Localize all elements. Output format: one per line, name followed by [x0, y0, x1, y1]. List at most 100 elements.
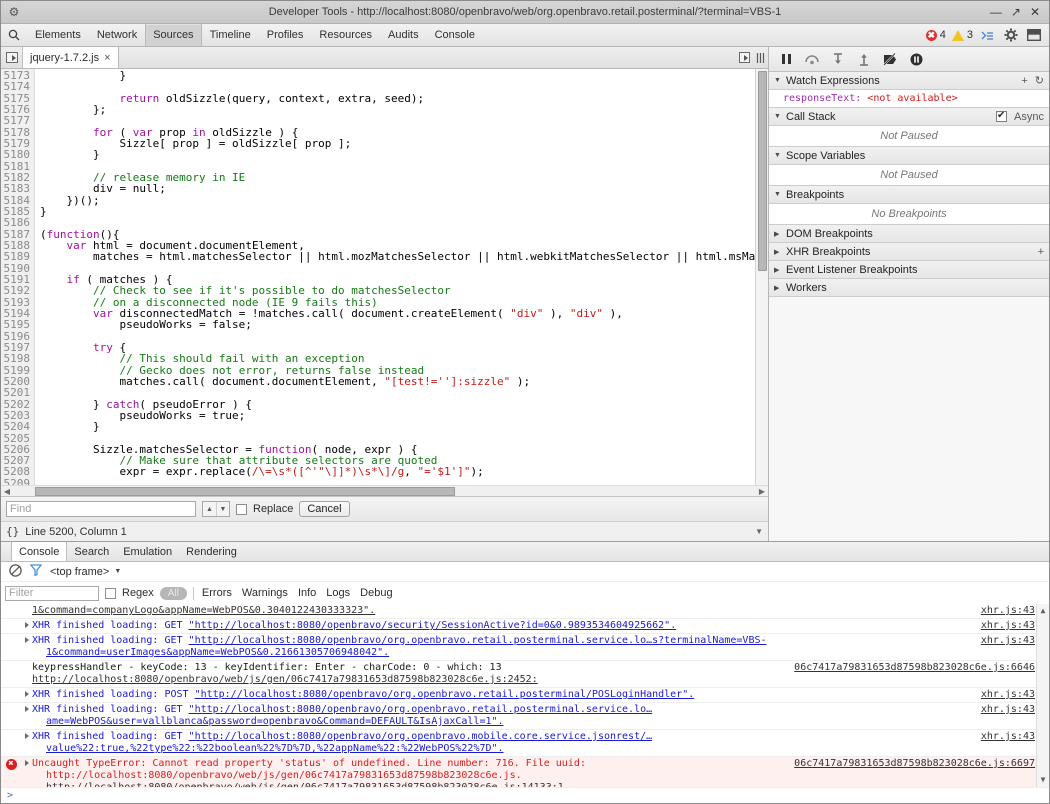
- console-prompt[interactable]: >: [1, 787, 1049, 803]
- code-line[interactable]: })();: [40, 195, 755, 206]
- chevron-right-icon[interactable]: ▶: [774, 266, 781, 274]
- expand-arrow-icon[interactable]: [21, 689, 32, 701]
- warning-count-badge[interactable]: 3: [952, 29, 973, 41]
- console-message-row[interactable]: 1&command=companyLogo&appName=WebPOS&0.3…: [1, 604, 1049, 619]
- step-over-button[interactable]: [799, 48, 825, 70]
- section-header-scope-variables[interactable]: ▼ Scope Variables: [769, 147, 1049, 165]
- search-input[interactable]: [6, 501, 196, 517]
- tab-elements[interactable]: Elements: [27, 24, 89, 46]
- level-filter-logs[interactable]: Logs: [324, 587, 352, 599]
- drawer-tab-emulation[interactable]: Emulation: [116, 542, 179, 561]
- code-editor[interactable]: 5173517451755176517751785179518051815182…: [1, 69, 768, 485]
- line-number[interactable]: 5195: [1, 319, 30, 330]
- line-number[interactable]: 5186: [1, 217, 30, 228]
- line-number[interactable]: 5192: [1, 285, 30, 296]
- chevron-down-icon[interactable]: ▼: [774, 191, 781, 198]
- section-header-event-listener-breakpoints[interactable]: ▶ Event Listener Breakpoints: [769, 261, 1049, 279]
- dock-icon[interactable]: [1025, 28, 1042, 43]
- tab-resources[interactable]: Resources: [311, 24, 380, 46]
- pause-resume-button[interactable]: [773, 48, 799, 70]
- editor-tab-jquery[interactable]: jquery-1.7.2.js ×: [23, 47, 119, 68]
- code-line[interactable]: [40, 217, 755, 228]
- console-message-source-link[interactable]: 06c7417a79831653d87598b823028c6e.js:6646: [794, 662, 1049, 686]
- section-header-watch-expressions[interactable]: ▼ Watch Expressions + ↻: [769, 72, 1049, 90]
- console-message-list[interactable]: 1&command=companyLogo&appName=WebPOS&0.3…: [1, 604, 1049, 787]
- code-line[interactable]: pseudoWorks = true;: [40, 410, 755, 421]
- search-icon[interactable]: [1, 24, 27, 46]
- status-caret-icon[interactable]: ▼: [755, 527, 763, 536]
- chevron-down-icon[interactable]: ▼: [114, 568, 121, 575]
- source-code-lines[interactable]: } return oldSizzle(query, context, extra…: [35, 69, 755, 485]
- minimize-button[interactable]: —: [990, 6, 1002, 18]
- expand-arrow-icon[interactable]: [21, 704, 32, 728]
- code-line[interactable]: [40, 478, 755, 485]
- console-message-row[interactable]: XHR finished loading: GET "http://localh…: [1, 730, 1049, 757]
- line-number[interactable]: 5180: [1, 149, 30, 160]
- close-button[interactable]: ✕: [1030, 6, 1040, 18]
- show-sidebar-icon[interactable]: [736, 52, 752, 63]
- editor-options-icon[interactable]: [752, 52, 768, 64]
- code-line[interactable]: }: [40, 421, 755, 432]
- drawer-tab-console[interactable]: Console: [11, 542, 67, 561]
- filter-input[interactable]: [5, 586, 99, 601]
- close-icon[interactable]: ×: [104, 52, 110, 64]
- pretty-print-icon[interactable]: {}: [6, 525, 19, 538]
- tab-profiles[interactable]: Profiles: [259, 24, 312, 46]
- editor-vertical-scrollbar[interactable]: [755, 69, 768, 485]
- settings-gear-icon[interactable]: [1002, 28, 1019, 43]
- section-header-breakpoints[interactable]: ▼ Breakpoints: [769, 186, 1049, 204]
- chevron-down-icon[interactable]: ▼: [216, 502, 229, 516]
- drawer-tab-rendering[interactable]: Rendering: [179, 542, 244, 561]
- line-number[interactable]: 5189: [1, 251, 30, 262]
- plus-icon[interactable]: +: [1038, 246, 1044, 258]
- chevron-down-icon[interactable]: ▼: [774, 113, 781, 120]
- scroll-up-icon[interactable]: ▲: [1041, 604, 1046, 618]
- console-message-row[interactable]: keypressHandler - keyCode: 13 - keyIdent…: [1, 661, 1049, 688]
- console-message-row[interactable]: XHR finished loading: GET "http://localh…: [1, 619, 1049, 634]
- replace-checkbox[interactable]: [236, 504, 247, 515]
- level-filter-warnings[interactable]: Warnings: [240, 587, 290, 599]
- scroll-right-icon[interactable]: ▶: [756, 487, 768, 496]
- level-filter-debug[interactable]: Debug: [358, 587, 394, 599]
- line-number[interactable]: 5198: [1, 353, 30, 364]
- console-message-row[interactable]: XHR finished loading: GET "http://localh…: [1, 703, 1049, 730]
- code-line[interactable]: }: [40, 70, 755, 81]
- editor-horizontal-scrollbar[interactable]: ◀ ▶: [1, 485, 768, 496]
- chevron-right-icon[interactable]: ▶: [774, 284, 781, 292]
- code-line[interactable]: [40, 331, 755, 342]
- filter-funnel-icon[interactable]: [30, 564, 42, 579]
- expand-arrow-icon[interactable]: [21, 758, 32, 787]
- tab-network[interactable]: Network: [89, 24, 145, 46]
- level-filter-info[interactable]: Info: [296, 587, 318, 599]
- section-header-workers[interactable]: ▶ Workers: [769, 279, 1049, 297]
- chevron-right-icon[interactable]: ▶: [774, 230, 781, 238]
- code-line[interactable]: div = null;: [40, 183, 755, 194]
- async-checkbox[interactable]: [996, 111, 1007, 122]
- pause-on-exceptions-button[interactable]: [903, 48, 929, 70]
- clear-console-icon[interactable]: [9, 564, 22, 580]
- tab-timeline[interactable]: Timeline: [202, 24, 259, 46]
- show-navigator-icon[interactable]: [1, 47, 23, 68]
- chevron-up-icon[interactable]: ▲: [203, 502, 216, 516]
- expand-arrow-icon[interactable]: [21, 635, 32, 659]
- code-line[interactable]: [40, 387, 755, 398]
- deactivate-breakpoints-button[interactable]: [877, 48, 903, 70]
- section-header-call-stack[interactable]: ▼ Call Stack Async: [769, 108, 1049, 126]
- plus-icon[interactable]: +: [1021, 75, 1027, 87]
- code-line[interactable]: matches.call( document.documentElement, …: [40, 376, 755, 387]
- regex-checkbox[interactable]: [105, 588, 116, 599]
- code-line[interactable]: expr = expr.replace(/\=\s*([^'"\]]*)\s*\…: [40, 466, 755, 477]
- gear-icon[interactable]: ⚙: [1, 5, 27, 19]
- code-line[interactable]: };: [40, 104, 755, 115]
- tab-sources[interactable]: Sources: [145, 24, 201, 46]
- level-filter-errors[interactable]: Errors: [200, 587, 234, 599]
- step-into-button[interactable]: [825, 48, 851, 70]
- code-line[interactable]: }: [40, 149, 755, 160]
- code-line[interactable]: matches = html.matchesSelector || html.m…: [40, 251, 755, 262]
- watch-expression-row[interactable]: responseText: <not available>: [769, 92, 1049, 105]
- frame-selector[interactable]: <top frame> ▼: [50, 566, 121, 578]
- hscroll-track[interactable]: [13, 487, 756, 496]
- maximize-button[interactable]: ↗: [1011, 6, 1021, 18]
- async-toggle[interactable]: Async: [996, 111, 1044, 123]
- tab-console[interactable]: Console: [427, 24, 483, 46]
